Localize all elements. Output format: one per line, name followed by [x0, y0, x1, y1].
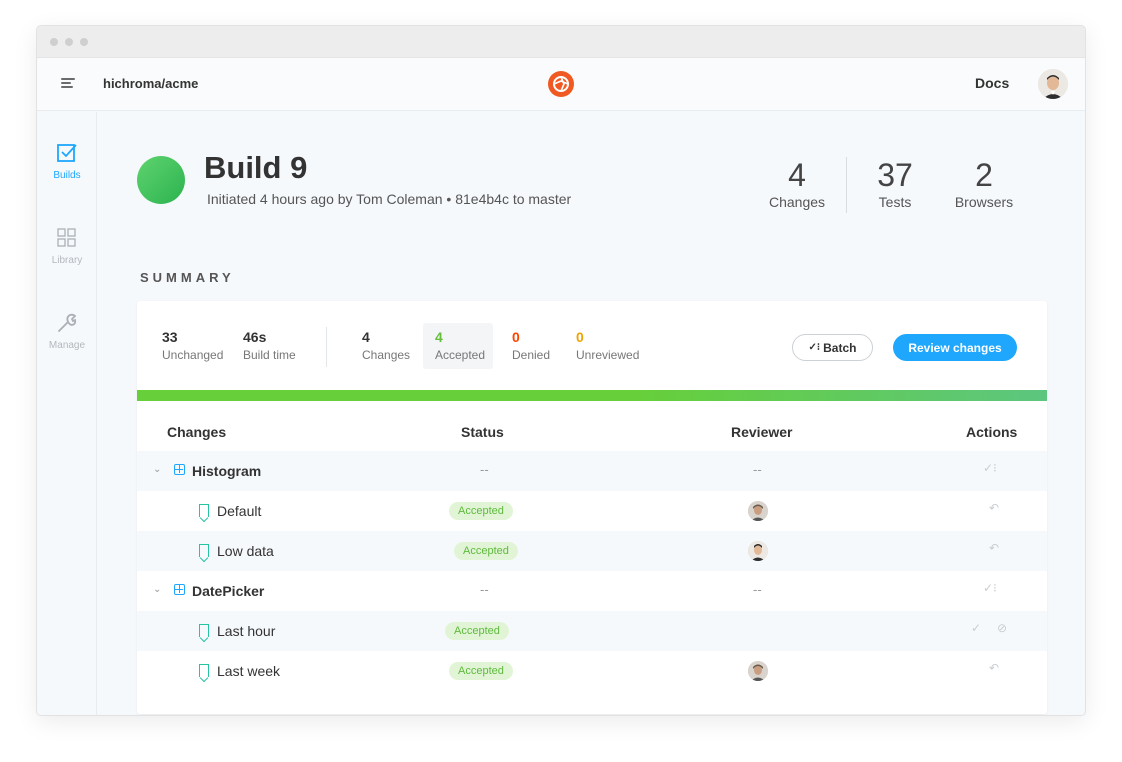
table-row[interactable]: Default Accepted ↶	[137, 491, 1047, 531]
undo-icon[interactable]: ↶	[989, 541, 999, 555]
metric-unreviewed[interactable]: 0 Unreviewed	[576, 329, 639, 362]
component-icon	[174, 464, 185, 475]
docs-link[interactable]: Docs	[975, 75, 1009, 91]
top-navigation: hichroma/acme Docs	[37, 58, 1085, 111]
chromatic-logo-icon[interactable]	[548, 71, 574, 97]
reviewer-avatar	[748, 501, 768, 521]
batch-button[interactable]: ✓⁝ Batch	[792, 334, 873, 361]
story-name: Last week	[217, 663, 281, 679]
sidebar-item-label: Manage	[48, 340, 86, 351]
summary-card: 33 Unchanged 46s Build time 4 Changes 4 …	[137, 301, 1047, 714]
user-avatar[interactable]	[1038, 69, 1068, 99]
menu-icon[interactable]	[61, 78, 75, 90]
table-row[interactable]: ⌄ DatePicker -- -- ✓⁝	[137, 571, 1047, 611]
column-header-changes: Changes	[167, 424, 227, 440]
chevron-down-icon[interactable]: ⌄	[153, 584, 161, 595]
status-badge: Accepted	[445, 622, 509, 640]
stat-browsers: 2 Browsers	[954, 157, 1014, 210]
story-bookmark-icon	[199, 544, 209, 557]
reviewer-value: --	[753, 462, 762, 477]
metric-denied[interactable]: 0 Denied	[512, 329, 550, 362]
sidebar-item-label: Library	[51, 255, 83, 266]
story-name: Last hour	[217, 623, 276, 639]
window-dot-maximize[interactable]	[80, 37, 88, 46]
component-name: Histogram	[192, 463, 262, 479]
window-dot-close[interactable]	[50, 37, 58, 46]
column-header-status: Status	[461, 424, 504, 440]
window-titlebar	[37, 26, 1085, 58]
batch-accept-icon[interactable]: ✓⁝	[983, 461, 997, 475]
table-row[interactable]: ⌄ Histogram -- -- ✓⁝	[137, 451, 1047, 491]
summary-heading: SUMMARY	[140, 270, 235, 285]
metric-unchanged: 33 Unchanged	[162, 329, 224, 362]
column-header-reviewer: Reviewer	[731, 424, 793, 440]
table-row[interactable]: Last week Accepted ↶	[137, 651, 1047, 691]
sidebar-item-label: Builds	[53, 170, 81, 181]
column-header-actions: Actions	[966, 424, 1018, 440]
sidebar: Builds Library Manage	[37, 112, 97, 715]
accept-icon[interactable]: ✓	[971, 621, 981, 635]
repo-name[interactable]: hichroma/acme	[103, 76, 198, 91]
batch-accept-icon[interactable]: ✓⁝	[983, 581, 997, 595]
deny-icon[interactable]: ⊘	[997, 621, 1007, 635]
grid-icon	[56, 227, 78, 249]
status-value: --	[480, 462, 489, 477]
sidebar-item-library[interactable]: Library	[37, 227, 97, 266]
metric-changes[interactable]: 4 Changes	[362, 329, 410, 362]
sidebar-item-builds[interactable]: Builds	[37, 142, 97, 181]
build-subtitle: Initiated 4 hours ago by Tom Coleman • 8…	[207, 191, 572, 207]
story-bookmark-icon	[199, 624, 209, 637]
component-name: DatePicker	[192, 583, 265, 599]
status-badge: Accepted	[454, 542, 518, 560]
metric-accepted[interactable]: 4 Accepted	[435, 329, 485, 362]
metric-build-time: 46s Build time	[243, 329, 296, 362]
stat-divider	[846, 157, 847, 213]
checkbox-icon	[56, 142, 78, 164]
chevron-down-icon[interactable]: ⌄	[153, 464, 161, 475]
status-badge: Accepted	[449, 662, 513, 680]
reviewer-avatar	[748, 541, 768, 561]
undo-icon[interactable]: ↶	[989, 501, 999, 515]
main-content: Build 9 Initiated 4 hours ago by Tom Col…	[98, 112, 1085, 715]
component-icon	[174, 584, 185, 595]
table-row[interactable]: Last hour Accepted ✓ ⊘	[137, 611, 1047, 651]
stat-changes: 4 Changes	[768, 157, 826, 210]
review-progress-bar	[137, 390, 1047, 401]
reviewer-value: --	[753, 582, 762, 597]
sidebar-item-manage[interactable]: Manage	[37, 312, 97, 351]
story-bookmark-icon	[199, 664, 209, 677]
build-status-indicator	[137, 156, 185, 204]
story-bookmark-icon	[199, 504, 209, 517]
story-name: Default	[217, 503, 262, 519]
batch-check-icon: ✓⁝	[808, 342, 821, 353]
browser-window: hichroma/acme Docs Builds Library Manage…	[36, 25, 1086, 716]
wrench-icon	[56, 312, 78, 334]
undo-icon[interactable]: ↶	[989, 661, 999, 675]
page-title: Build 9	[204, 150, 308, 185]
story-name: Low data	[217, 543, 274, 559]
review-changes-button[interactable]: Review changes	[893, 334, 1017, 361]
status-value: --	[480, 582, 489, 597]
status-badge: Accepted	[449, 502, 513, 520]
reviewer-avatar	[748, 661, 768, 681]
stat-tests: 37 Tests	[877, 157, 913, 210]
window-dot-minimize[interactable]	[65, 37, 73, 46]
metric-divider	[326, 327, 327, 367]
table-row[interactable]: Low data Accepted ↶	[137, 531, 1047, 571]
